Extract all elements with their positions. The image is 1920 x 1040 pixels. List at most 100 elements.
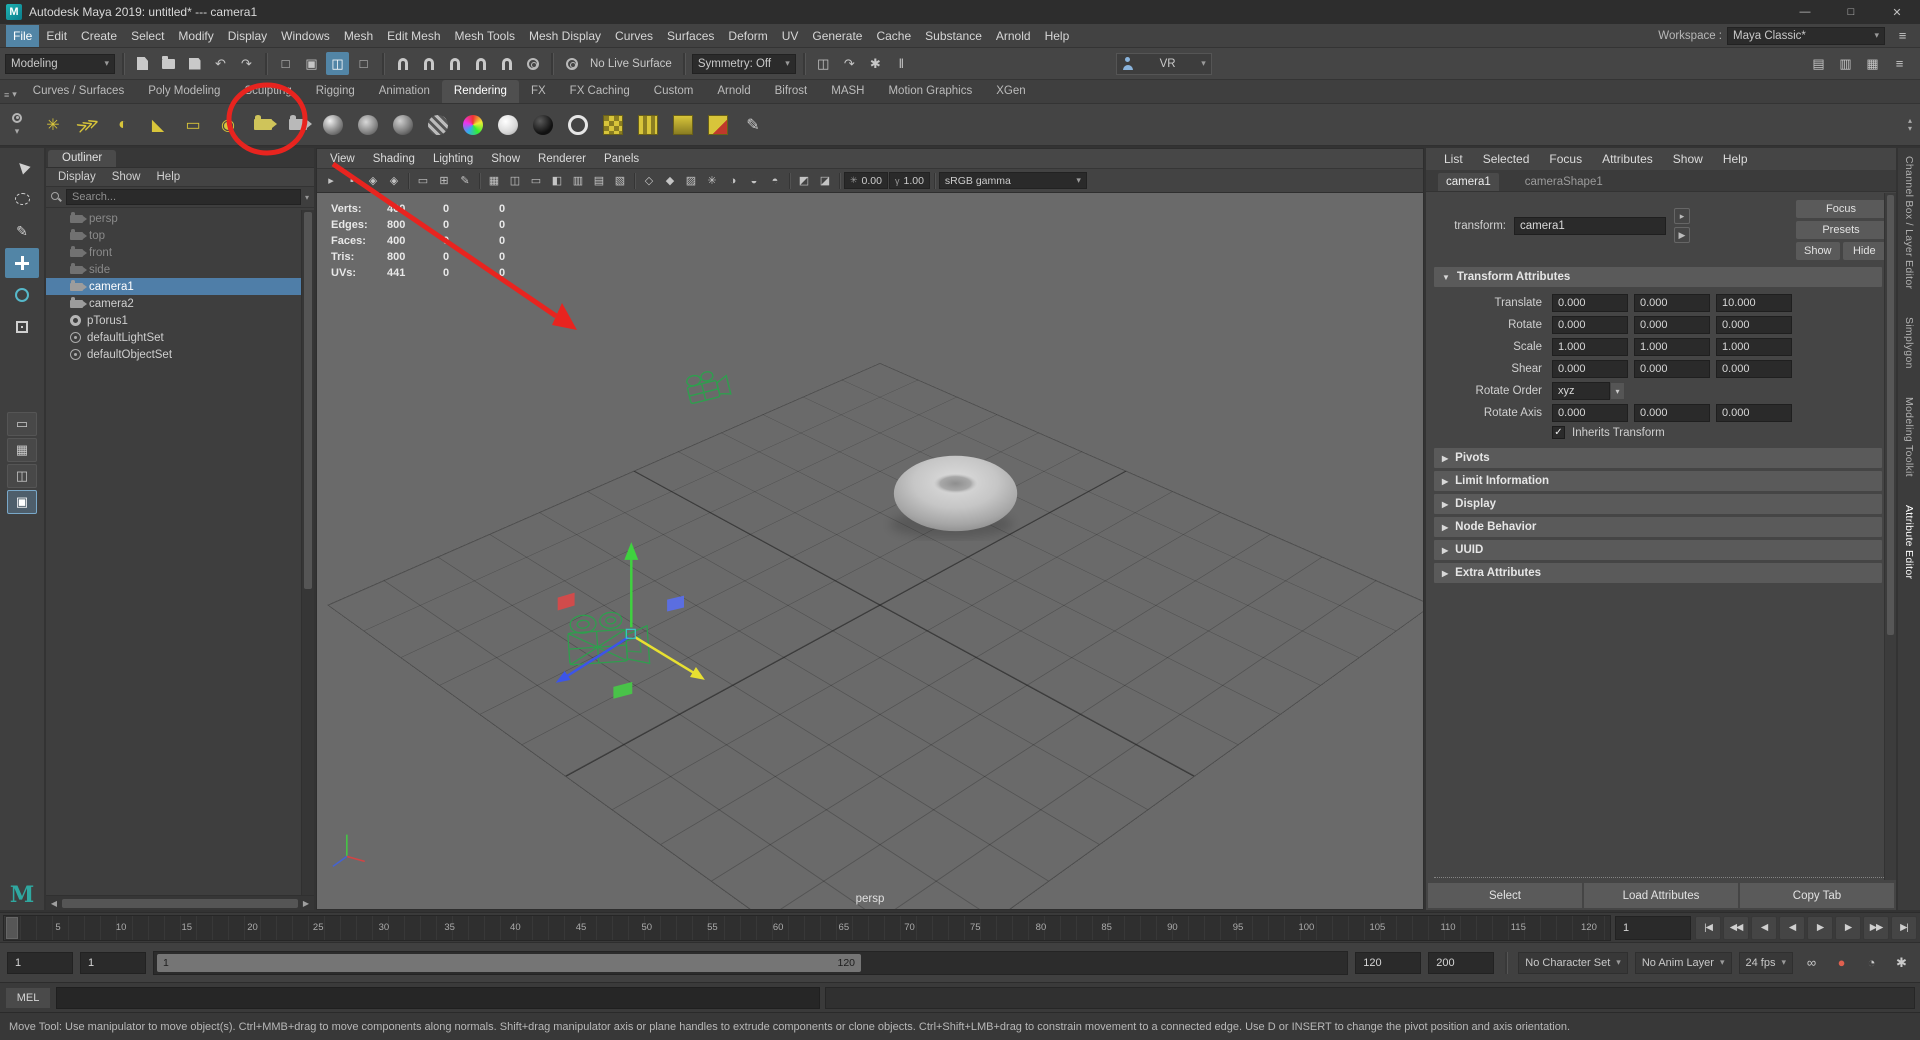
menu-create[interactable]: Create: [74, 25, 124, 47]
camera-attributes-icon[interactable]: ◈: [363, 171, 383, 191]
tab-camerashape1[interactable]: cameraShape1: [1517, 173, 1611, 191]
live-surface-icon[interactable]: [560, 52, 583, 75]
side-tab-simplygon[interactable]: Simplygon: [1903, 317, 1915, 369]
shelf-tab-animation[interactable]: Animation: [367, 80, 442, 103]
motion-blur-icon[interactable]: ◓: [765, 171, 785, 191]
menu-curves[interactable]: Curves: [608, 25, 660, 47]
rotate-y-field[interactable]: 0.000: [1634, 316, 1710, 334]
single-pane-layout-button[interactable]: ▭: [7, 412, 37, 436]
shelf-tab-selector-icon[interactable]: ▾: [12, 89, 17, 100]
channel-box-toggle-icon[interactable]: ▦: [1861, 52, 1884, 75]
scale-z-field[interactable]: 1.000: [1716, 338, 1792, 356]
fps-dropdown[interactable]: 24 fps ▾: [1739, 952, 1794, 974]
select-by-type-icon[interactable]: □: [352, 52, 375, 75]
menu-substance[interactable]: Substance: [918, 25, 989, 47]
shear-z-field[interactable]: 0.000: [1716, 360, 1792, 378]
playback-start-field[interactable]: 1: [80, 952, 146, 974]
vr-dropdown[interactable]: VR ▾: [1116, 53, 1212, 75]
view-transform-dropdown[interactable]: sRGB gamma ▾: [939, 172, 1087, 189]
camera-aim-shelf-icon[interactable]: [283, 110, 313, 140]
group-separator[interactable]: [265, 53, 267, 75]
step-forward-key-button[interactable]: ▶▶: [1863, 916, 1889, 940]
viewport-menu-renderer[interactable]: Renderer: [529, 153, 595, 165]
tab-camera1[interactable]: camera1: [1438, 173, 1499, 191]
ambient-occlusion-icon[interactable]: ◒: [744, 171, 764, 191]
shelf-tab-xgen[interactable]: XGen: [984, 80, 1037, 103]
side-tab-attribute-editor[interactable]: Attribute Editor: [1903, 505, 1915, 579]
range-end-handle[interactable]: 120: [838, 957, 856, 969]
outliner-item-front[interactable]: front: [46, 244, 301, 261]
redo-icon[interactable]: ↷: [235, 52, 258, 75]
create-camera-shelf-icon[interactable]: [248, 110, 278, 140]
manipulator-y-arrowhead[interactable]: [624, 542, 638, 560]
outliner-item-defaultlightset[interactable]: defaultLightSet: [46, 329, 301, 346]
shelf-tab-curves-surfaces[interactable]: Curves / Surfaces: [21, 80, 136, 103]
render-current-frame-icon[interactable]: ◫: [812, 52, 835, 75]
shear-x-field[interactable]: 0.000: [1552, 360, 1628, 378]
mel-command-input[interactable]: [56, 987, 820, 1009]
shaded-mode-icon[interactable]: ◆: [660, 171, 680, 191]
group-separator[interactable]: [551, 53, 553, 75]
menu-windows[interactable]: Windows: [274, 25, 337, 47]
select-button[interactable]: Select: [1428, 883, 1582, 908]
minimize-button[interactable]: —: [1782, 0, 1828, 24]
scroll-right-icon[interactable]: ▶: [300, 899, 312, 908]
rotate-axis-x-field[interactable]: 0.000: [1552, 404, 1628, 422]
section-extra-attributes[interactable]: ▶ Extra Attributes: [1434, 563, 1882, 583]
no-live-surface-label[interactable]: No Live Surface: [590, 58, 672, 70]
section-display[interactable]: ▶ Display: [1434, 494, 1882, 514]
use-all-lights-icon[interactable]: ✳: [702, 171, 722, 191]
shelf-arrow-icon[interactable]: ▾: [15, 126, 20, 137]
use-background-shelf-icon[interactable]: [528, 110, 558, 140]
snap-curve-icon[interactable]: [417, 52, 440, 75]
snap-point-icon[interactable]: [443, 52, 466, 75]
group-separator[interactable]: [683, 53, 685, 75]
lock-camera-icon[interactable]: ▪: [342, 171, 362, 191]
layered-texture-shelf-icon[interactable]: [703, 110, 733, 140]
paint-select-tool[interactable]: ✎: [5, 216, 39, 246]
shading-group-shelf-icon[interactable]: [563, 110, 593, 140]
grid-toggle-icon[interactable]: ▦: [484, 171, 504, 191]
snap-grid-icon[interactable]: [391, 52, 414, 75]
pause-viewport-icon[interactable]: ‖: [890, 52, 913, 75]
menu-modify[interactable]: Modify: [171, 25, 220, 47]
viewport-menu-view[interactable]: View: [321, 153, 364, 165]
safe-action-icon[interactable]: ▤: [589, 171, 609, 191]
menu-arnold[interactable]: Arnold: [989, 25, 1038, 47]
grease-pencil-icon[interactable]: ✎: [455, 171, 475, 191]
current-time-indicator[interactable]: [6, 917, 18, 939]
wireframe-mode-icon[interactable]: ◇: [639, 171, 659, 191]
checker-texture-shelf-icon[interactable]: [598, 110, 628, 140]
menu-edit[interactable]: Edit: [39, 25, 74, 47]
textured-mode-icon[interactable]: ▨: [681, 171, 701, 191]
ae-menu-attributes[interactable]: Attributes: [1592, 152, 1663, 166]
step-back-frame-button[interactable]: ◀: [1751, 916, 1777, 940]
select-object-icon[interactable]: ▣: [300, 52, 323, 75]
scrollbar-thumb[interactable]: [62, 899, 298, 908]
preferences-gear-icon[interactable]: ✱: [1890, 951, 1913, 974]
menu-mesh-tools[interactable]: Mesh Tools: [448, 25, 522, 47]
scale-x-field[interactable]: 1.000: [1552, 338, 1628, 356]
section-transform-attributes[interactable]: ▼ Transform Attributes: [1434, 267, 1882, 287]
outliner-item-side[interactable]: side: [46, 261, 301, 278]
shelf-tab-rendering[interactable]: Rendering: [442, 80, 519, 103]
workspace-dropdown[interactable]: Maya Classic* ▾: [1727, 27, 1885, 45]
shelf-menu-icon[interactable]: ≡: [4, 90, 9, 100]
lasso-tool[interactable]: [5, 184, 39, 214]
save-scene-icon[interactable]: [183, 52, 206, 75]
rotate-order-dropdown[interactable]: xyz: [1552, 382, 1610, 400]
gamma-field[interactable]: γ 1.00: [889, 172, 930, 189]
menu-surfaces[interactable]: Surfaces: [660, 25, 721, 47]
menu-edit-mesh[interactable]: Edit Mesh: [380, 25, 447, 47]
point-light-shelf-icon[interactable]: ✳: [38, 110, 68, 140]
rotate-axis-z-field[interactable]: 0.000: [1716, 404, 1792, 422]
attribute-editor-toggle-icon[interactable]: ▤: [1807, 52, 1830, 75]
ramp-shader-shelf-icon[interactable]: [423, 110, 453, 140]
outliner-tab[interactable]: Outliner: [48, 150, 116, 167]
manipulator-plane-blue[interactable]: [667, 596, 684, 612]
film-gate-icon[interactable]: ◫: [505, 171, 525, 191]
translate-z-field[interactable]: 10.000: [1716, 294, 1792, 312]
copy-tab-button[interactable]: Copy Tab: [1740, 883, 1894, 908]
section-limit-information[interactable]: ▶ Limit Information: [1434, 471, 1882, 491]
safe-title-icon[interactable]: ▧: [610, 171, 630, 191]
